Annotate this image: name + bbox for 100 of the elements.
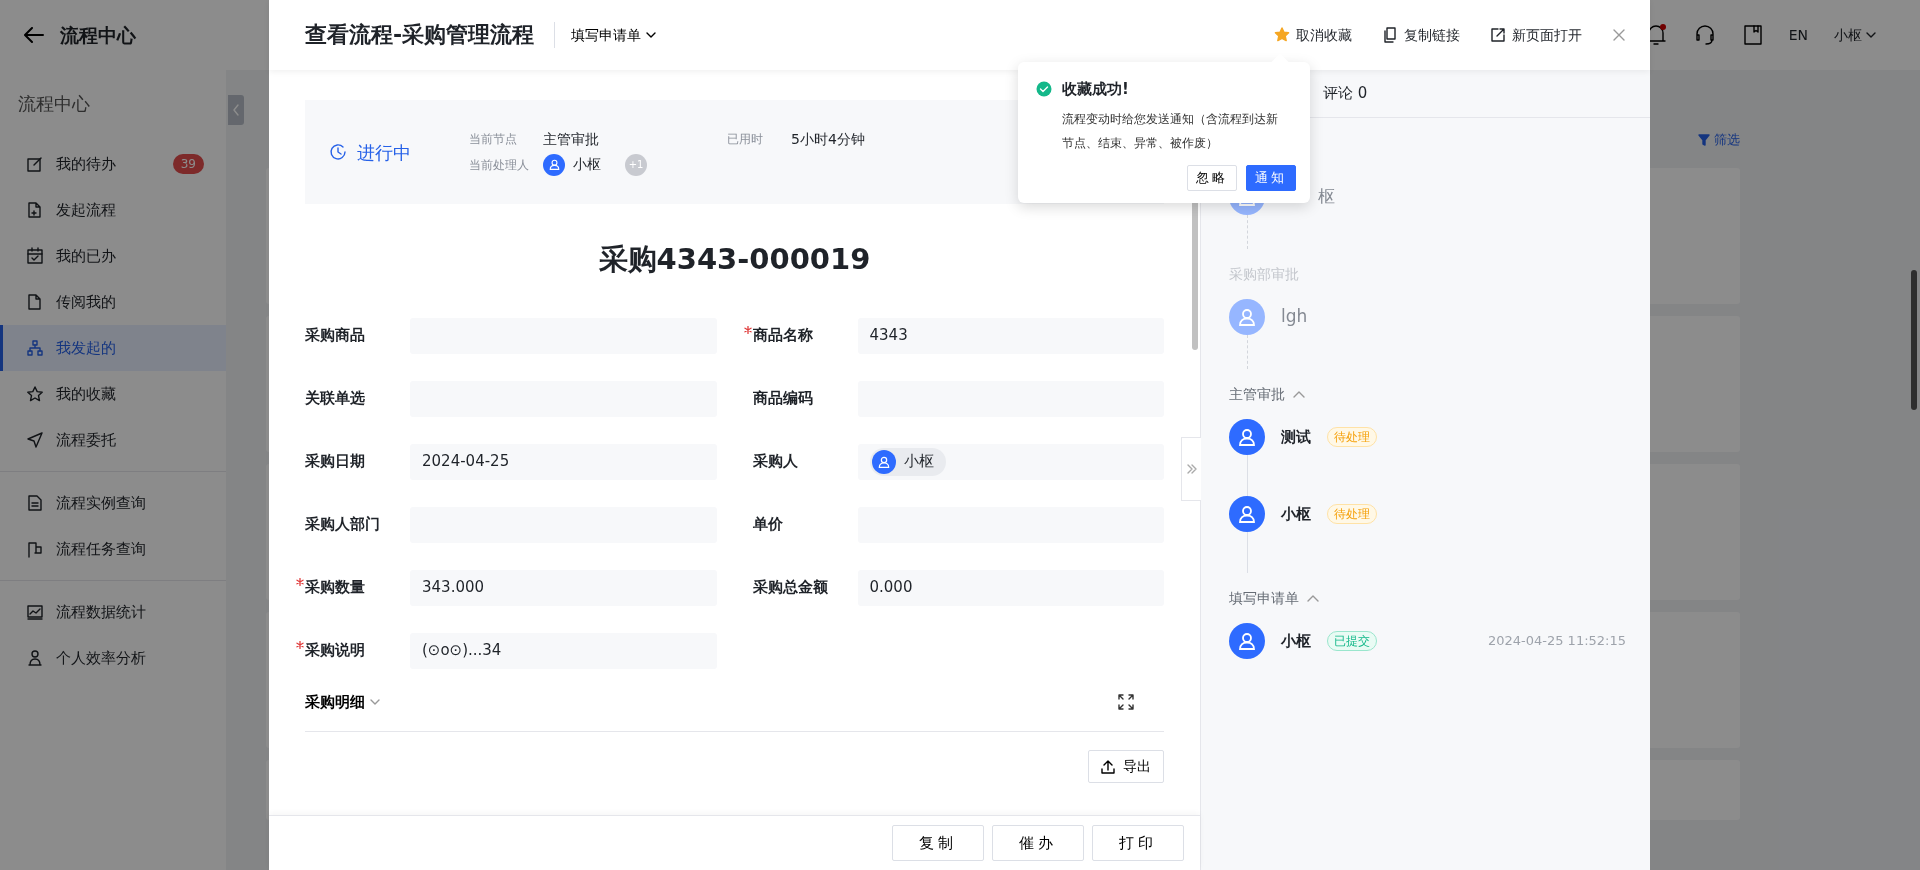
footer-button[interactable]: 复制 [892, 825, 984, 861]
chevron-up-icon[interactable] [1307, 594, 1319, 602]
status-tag: 待处理 [1327, 504, 1377, 524]
field-label: 采购人部门 [304, 514, 381, 536]
copy-icon [1382, 27, 1398, 43]
input-field[interactable]: 4343 [857, 317, 1164, 354]
field-label: 采购日期 [304, 451, 366, 473]
sidebar-item[interactable]: 流程实例查询 [0, 480, 226, 526]
avatar-icon [1229, 623, 1265, 659]
app-title: 流程中心 [60, 22, 136, 48]
user-chip: 小枢 [869, 447, 946, 476]
user-name: lgh [1281, 305, 1308, 329]
input-field[interactable]: 343.000 [410, 569, 717, 606]
popover-button[interactable]: 通知 [1246, 164, 1296, 191]
footer-button[interactable]: 打印 [1092, 825, 1184, 861]
double-chevron-icon [1186, 464, 1197, 474]
input-field[interactable]: 2024-04-25 [410, 443, 717, 480]
header-action[interactable]: 新页面打开 [1490, 24, 1582, 46]
fullscreen-icon[interactable] [1118, 693, 1134, 710]
avatar-icon [1229, 419, 1265, 455]
avatar-icon [1229, 299, 1265, 335]
count-badge: 39 [172, 154, 204, 174]
field-label: 采购数量 [296, 576, 410, 599]
status-tag: 已提交 [1327, 631, 1377, 651]
required-asterisk-icon [296, 641, 304, 650]
sidebar-item[interactable]: 发起流程 [0, 187, 226, 233]
panel-tab[interactable]: 评论 0 [1323, 82, 1368, 105]
clock-icon [329, 143, 347, 161]
funnel-icon [1698, 133, 1710, 146]
field-label: 当前处理人 [469, 156, 529, 174]
user-menu[interactable]: 小枢 [1834, 24, 1876, 46]
avatar-icon [1229, 496, 1265, 532]
collapse-toggle[interactable] [228, 95, 244, 125]
form-title: 采购4343-000019 [597, 241, 872, 278]
timestamp: 2024-04-25 11:52:15 [1487, 632, 1626, 651]
menu-item-icon [26, 339, 44, 357]
field-label: 采购说明 [296, 639, 410, 662]
user-name: 小枢 [1281, 630, 1311, 652]
menu-item-icon [26, 540, 44, 558]
header-action[interactable]: 复制链接 [1382, 24, 1460, 46]
check-circle-icon [1036, 81, 1052, 98]
external-link-icon [1490, 27, 1506, 43]
export-button[interactable]: 导出 [1088, 750, 1164, 783]
section-toggle[interactable]: 采购明细 [305, 690, 380, 713]
field-label: 采购总金额 [751, 577, 829, 599]
chevron-down-icon [1866, 30, 1876, 40]
menu-item-icon [26, 201, 44, 219]
sidebar-item[interactable]: 我的待办 39 [0, 141, 226, 187]
popover-button[interactable]: 忽略 [1187, 164, 1237, 191]
sidebar-item[interactable]: 传阅我的 [0, 279, 226, 325]
menu-item-icon [26, 431, 44, 449]
star-icon [1274, 27, 1290, 43]
menu-item-icon [26, 385, 44, 403]
language-link[interactable]: EN [1788, 24, 1808, 46]
popover-message: 流程变动时给您发送通知（含流程到达新节点、结束、异常、被作废） [1062, 110, 1279, 152]
input-field[interactable]: (⊙o⊙)...34 [410, 632, 717, 669]
sidebar-item[interactable]: 我的收藏 [0, 371, 226, 417]
field-label: 已用时 [727, 131, 763, 148]
chevron-left-icon [232, 104, 240, 116]
header-action[interactable]: 取消收藏 [1274, 24, 1352, 46]
menu-item-icon [26, 247, 44, 265]
field-label: 当前节点 [469, 131, 518, 148]
sidebar-item[interactable]: 我的已办 [0, 233, 226, 279]
user-name: 枢 [1318, 185, 1336, 209]
collapse-handle[interactable] [1181, 437, 1201, 501]
user-name: 小枢 [1281, 503, 1311, 525]
chevron-down-icon [646, 30, 657, 40]
input-field[interactable]: 0.000 [857, 569, 1164, 606]
modal-title: 查看流程-采购管理流程 [305, 21, 556, 49]
popover-title: 收藏成功! [1062, 79, 1129, 100]
close-icon[interactable] [1612, 28, 1626, 42]
sidebar-item[interactable]: 个人效率分析 [0, 635, 226, 681]
field-value: 主管审批 [543, 129, 600, 149]
stage-dropdown[interactable]: 填写申请单 [571, 24, 657, 46]
field-label: 商品编码 [751, 388, 814, 410]
stage-title: 主管审批 [1229, 384, 1285, 404]
scrollbar-thumb[interactable] [1911, 270, 1917, 410]
avatar-icon [871, 449, 896, 474]
handler-name: 小枢 [573, 155, 601, 174]
status-tag: 待处理 [1327, 427, 1377, 447]
menu-item-icon [26, 155, 44, 173]
stage-title: 填写申请单 [1229, 588, 1299, 608]
sidebar-item[interactable]: 流程数据统计 [0, 589, 226, 635]
field-label: 商品名称 [743, 324, 858, 347]
menu-item-icon [26, 603, 44, 621]
field-label: 采购人 [751, 451, 799, 473]
book-icon[interactable] [1742, 24, 1763, 46]
footer-button[interactable]: 催办 [992, 825, 1084, 861]
upload-icon [1101, 759, 1115, 774]
back-arrow-icon[interactable] [24, 27, 44, 43]
required-asterisk-icon [296, 578, 304, 587]
chevron-up-icon[interactable] [1293, 390, 1305, 398]
field-label: 单价 [751, 514, 784, 536]
sidebar-title: 流程中心 [17, 92, 91, 116]
field-value: 5小时4分钟 [791, 129, 865, 149]
sidebar-item[interactable]: 流程任务查询 [0, 526, 226, 572]
required-asterisk-icon [743, 326, 752, 335]
input-field[interactable]: 小枢 [857, 443, 1164, 480]
sidebar-item[interactable]: 流程委托 [0, 417, 226, 463]
field-label: 关联单选 [304, 388, 366, 410]
